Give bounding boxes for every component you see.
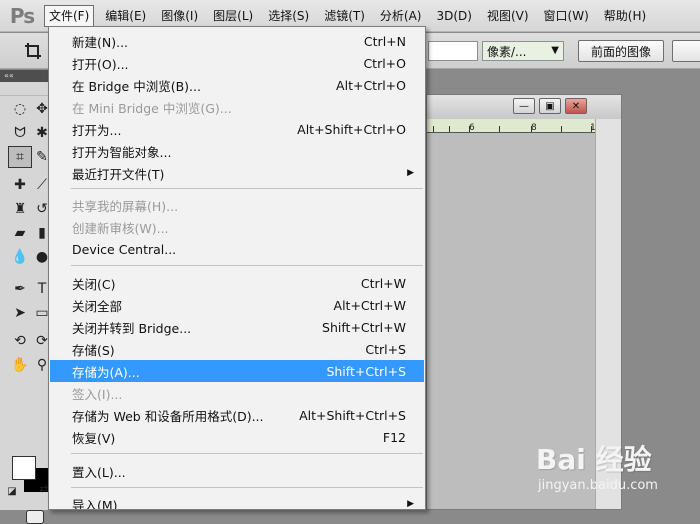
menu-item-open-as[interactable]: 打开为... Alt+Shift+Ctrl+O	[50, 118, 424, 140]
baidu-jingyan-watermark: Bai 经验 jingyan.baidu.com	[536, 438, 696, 500]
menu-item-open[interactable]: 打开(O)... Ctrl+O	[50, 52, 424, 74]
tools-panel-grip[interactable]	[0, 82, 53, 96]
ruler-tick: 6	[469, 123, 475, 133]
foreground-color-swatch[interactable]	[12, 456, 36, 480]
watermark-logo-text: Bai 经验	[536, 443, 652, 476]
pen-tool-icon[interactable]: ✒	[8, 278, 32, 300]
path-selection-tool-icon[interactable]: ➤	[8, 302, 32, 324]
blur-tool-icon[interactable]: 💧	[8, 246, 32, 268]
menu-view[interactable]: 视图(V)	[483, 5, 533, 27]
menu-item-new[interactable]: 新建(N)... Ctrl+N	[50, 30, 424, 52]
submenu-arrow-icon: ▶	[407, 168, 414, 178]
menu-help[interactable]: 帮助(H)	[600, 5, 650, 27]
menu-item-create-review: 创建新审核(W)...	[72, 220, 169, 236]
menu-divider	[71, 487, 423, 488]
crop-tool-preset-icon[interactable]	[17, 37, 49, 65]
clear-button[interactable]	[672, 40, 700, 62]
menu-item-place[interactable]: 置入(L)...	[50, 460, 424, 482]
menu-item-save-as[interactable]: 存储为(A)... Shift+Ctrl+S	[50, 360, 424, 382]
menu-file[interactable]: 文件(F)	[44, 4, 95, 27]
submenu-arrow-icon: ▶	[407, 499, 414, 509]
menu-divider	[71, 453, 423, 454]
default-colors-icon[interactable]: ◪	[4, 484, 20, 498]
menu-window[interactable]: 窗口(W)	[540, 5, 593, 27]
resolution-input[interactable]	[428, 41, 478, 61]
menu-divider	[71, 265, 423, 266]
tools-panel: «« ◌ ✥ ᗢ ✱ ⌗ ✎ ✚ ⟋ ♜ ↺ ▰ ▮ 💧 ● ✒ T ➤ ▭ ⟲…	[0, 70, 54, 524]
menu-divider	[71, 188, 423, 189]
menu-3d[interactable]: 3D(D)	[432, 5, 475, 27]
menu-item-save-for-web[interactable]: 存储为 Web 和设备所用格式(D)... Alt+Shift+Ctrl+S	[50, 404, 424, 426]
menu-item-share-screen: 共享我的屏幕(H)...	[72, 198, 179, 214]
3d-rotate-tool-icon[interactable]: ⟲	[8, 330, 32, 352]
tools-panel-header[interactable]: ««	[0, 70, 53, 82]
menu-item-device-central[interactable]: Device Central...	[50, 238, 424, 260]
eraser-tool-icon[interactable]: ▰	[8, 222, 32, 244]
photoshop-logo: Ps	[9, 3, 35, 28]
clone-stamp-tool-icon[interactable]: ♜	[8, 198, 32, 220]
menu-select[interactable]: 选择(S)	[264, 5, 313, 27]
minimize-icon[interactable]: —	[513, 98, 535, 114]
menu-layer[interactable]: 图层(L)	[209, 5, 257, 27]
document-titlebar[interactable]: — ▣ ✕	[427, 95, 621, 119]
healing-brush-tool-icon[interactable]: ✚	[8, 174, 32, 196]
menu-item-close-all[interactable]: 关闭全部 Alt+Ctrl+W	[50, 294, 424, 316]
menu-analysis[interactable]: 分析(A)	[376, 5, 426, 27]
file-menu-dropdown: 新建(N)... Ctrl+N 打开(O)... Ctrl+O 在 Bridge…	[48, 26, 426, 510]
chevron-down-icon: ▼	[551, 45, 559, 56]
units-select[interactable]: 像素/... ▼	[482, 41, 564, 61]
close-icon[interactable]: ✕	[565, 98, 587, 114]
marquee-tool-icon[interactable]: ◌	[8, 98, 32, 120]
menu-item-browse-bridge[interactable]: 在 Bridge 中浏览(B)... Alt+Ctrl+O	[50, 74, 424, 96]
menu-item-close[interactable]: 关闭(C) Ctrl+W	[50, 272, 424, 294]
menu-item-close-go-bridge[interactable]: 关闭并转到 Bridge... Shift+Ctrl+W	[50, 316, 424, 338]
quick-mask-button[interactable]	[26, 510, 44, 524]
menu-item-save[interactable]: 存储(S) Ctrl+S	[50, 338, 424, 360]
menu-item-browse-mini-bridge: 在 Mini Bridge 中浏览(G)...	[72, 100, 232, 116]
menu-image[interactable]: 图像(I)	[157, 5, 202, 27]
watermark-url: jingyan.baidu.com	[538, 478, 658, 493]
menu-item-import[interactable]: 导入(M) ▶	[50, 493, 424, 510]
ruler-tick: 8	[531, 123, 537, 133]
menu-filter[interactable]: 滤镜(T)	[320, 5, 369, 27]
menu-item-check-in: 签入(I)...	[72, 386, 123, 402]
menu-item-open-smart-object[interactable]: 打开为智能对象...	[50, 140, 424, 162]
units-select-value: 像素/...	[487, 44, 527, 59]
horizontal-ruler: 6 8 10	[427, 119, 595, 133]
menu-item-revert[interactable]: 恢复(V) F12	[50, 426, 424, 448]
crop-tool-icon[interactable]: ⌗	[8, 146, 32, 168]
front-image-button[interactable]: 前面的图像	[578, 40, 664, 62]
lasso-tool-icon[interactable]: ᗢ	[8, 122, 32, 144]
restore-icon[interactable]: ▣	[539, 98, 561, 114]
menu-edit[interactable]: 编辑(E)	[101, 5, 150, 27]
menu-item-recent-files[interactable]: 最近打开文件(T) ▶	[50, 162, 424, 184]
hand-tool-icon[interactable]: ✋	[8, 354, 32, 376]
